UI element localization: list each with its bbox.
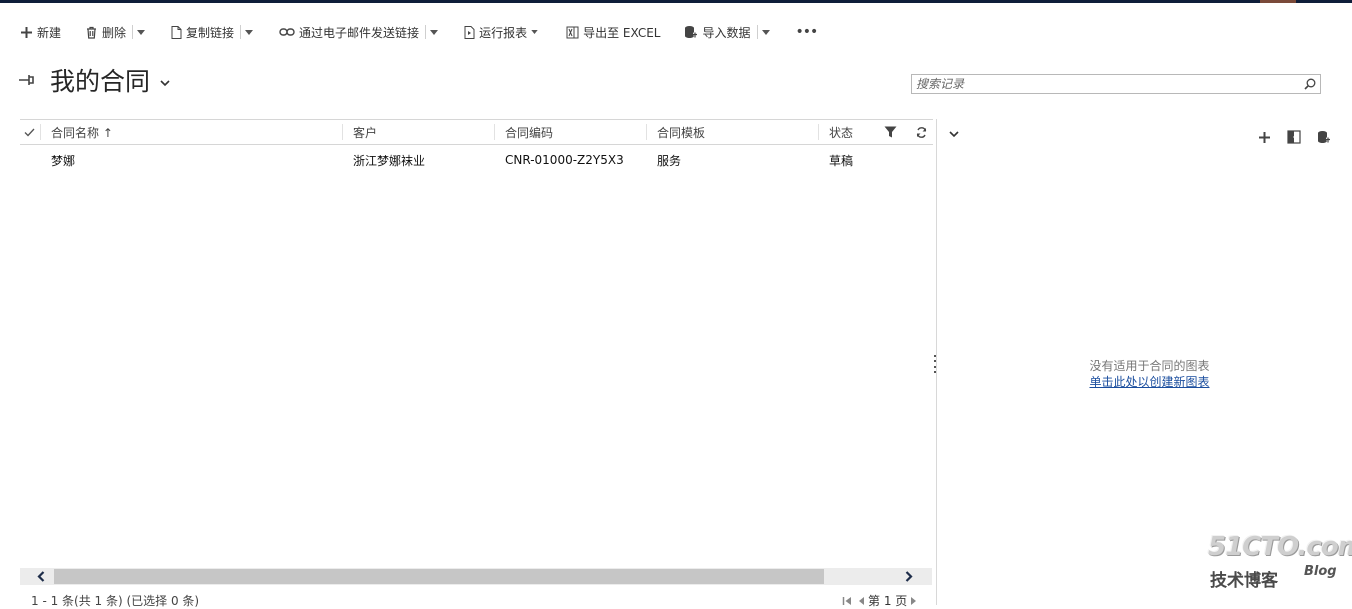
records-grid: 合同名称 ↑ 客户 合同编码 合同模板 状态 梦娜 浙江梦娜袜业 CNR-010… (20, 119, 933, 589)
email-link-label: 通过电子邮件发送链接 (299, 25, 420, 40)
search-icon[interactable] (1300, 78, 1320, 90)
scroll-right-button[interactable] (894, 568, 924, 585)
search-input[interactable] (912, 75, 1300, 93)
cell-name[interactable]: 梦娜 (41, 146, 341, 174)
search-box (911, 74, 1321, 94)
copy-link-label: 复制链接 (186, 25, 235, 40)
run-report-button[interactable]: 运行报表 (458, 18, 548, 46)
new-button-label: 新建 (37, 25, 62, 40)
trash-icon (87, 26, 97, 39)
chevron-down-icon (137, 29, 146, 35)
horizontal-scrollbar[interactable] (20, 568, 932, 585)
export-excel-button[interactable]: 导出至 EXCEL (560, 18, 666, 46)
link-icon (279, 28, 295, 36)
chevron-down-icon[interactable] (949, 131, 959, 138)
new-button[interactable]: 新建 (14, 18, 67, 46)
more-commands-button[interactable]: ••• (790, 18, 824, 46)
import-data-button[interactable]: 导入数据 (678, 18, 756, 46)
copy-link-button[interactable]: 复制链接 (165, 18, 240, 46)
chevron-down-icon (245, 29, 254, 35)
avatar[interactable] (1260, 0, 1296, 3)
view-header: 我的合同 (18, 62, 170, 98)
chart-toolbar (1249, 127, 1339, 147)
pin-icon[interactable] (18, 74, 36, 86)
select-all-checkbox[interactable] (20, 120, 40, 144)
report-icon (464, 25, 475, 39)
watermark-blog: Blog (1304, 564, 1337, 579)
delete-dropdown[interactable] (133, 18, 153, 46)
chevron-down-icon[interactable] (160, 79, 170, 87)
plus-icon (1258, 131, 1270, 143)
chevron-left-icon (37, 571, 45, 582)
refresh-icon[interactable] (904, 120, 930, 144)
create-chart-link[interactable]: 单击此处以创建新图表 (937, 373, 1352, 390)
cell-template: 服务 (657, 153, 682, 168)
email-link-dropdown[interactable] (426, 18, 446, 46)
checkmark-icon (24, 128, 35, 136)
chevron-down-icon (531, 30, 538, 34)
copy-link-dropdown[interactable] (241, 18, 261, 46)
empty-chart-message: 没有适用于合同的图表 (1089, 359, 1210, 373)
expand-icon (1287, 130, 1301, 144)
chevron-right-icon (905, 571, 913, 582)
page-title[interactable]: 我的合同 (50, 62, 150, 98)
chevron-down-icon (761, 29, 770, 35)
import-icon (1318, 131, 1330, 143)
page-number: 第 1 页 (868, 594, 908, 608)
import-chart-button[interactable] (1309, 127, 1339, 147)
chevron-down-icon (430, 29, 439, 35)
filter-icon[interactable] (876, 120, 902, 144)
run-report-label: 运行报表 (479, 25, 528, 40)
expand-chart-button[interactable] (1279, 127, 1309, 147)
more-icon: ••• (795, 24, 819, 40)
watermark-subtitle: 技术博客 (1210, 571, 1278, 591)
delete-button[interactable]: 删除 (79, 18, 132, 46)
scroll-thumb[interactable] (54, 569, 824, 584)
column-header-status[interactable]: 状态 (819, 120, 879, 144)
document-icon (171, 25, 182, 39)
grid-header: 合同名称 ↑ 客户 合同编码 合同模板 状态 (20, 119, 933, 145)
top-bar (0, 0, 1352, 3)
import-icon (685, 26, 698, 38)
column-header-template[interactable]: 合同模板 (647, 120, 817, 144)
delete-button-label: 删除 (102, 25, 127, 40)
import-data-dropdown[interactable] (758, 18, 778, 46)
watermark: 51CTO.com 技术博客 Blog (1208, 532, 1352, 592)
pager: 第 1 页 (842, 592, 917, 609)
plus-icon (21, 26, 32, 38)
email-link-button[interactable]: 通过电子邮件发送链接 (273, 18, 425, 46)
first-page-icon[interactable] (842, 596, 852, 606)
cell-customer[interactable]: 浙江梦娜袜业 (343, 146, 493, 174)
scroll-left-button[interactable] (26, 568, 56, 585)
cell-code: CNR-01000-Z2Y5X3 (505, 153, 624, 167)
previous-page-icon[interactable] (858, 596, 865, 606)
record-count: 1 - 1 条(共 1 条) (已选择 0 条) (31, 594, 200, 608)
cell-status: 草稿 (829, 153, 854, 168)
table-row[interactable]: 梦娜 浙江梦娜袜业 CNR-01000-Z2Y5X3 服务 草稿 (20, 146, 933, 174)
command-bar: 新建 删除 复制链接 通过电子邮件发送链接 运行报表 导出至 EXCEL 导入数… (14, 18, 823, 46)
import-data-label: 导入数据 (702, 25, 751, 40)
excel-icon (566, 26, 579, 38)
new-chart-button[interactable] (1249, 127, 1279, 147)
watermark-logo: 51CTO.com (1208, 532, 1352, 562)
column-header-code[interactable]: 合同编码 (495, 120, 645, 144)
export-excel-label: 导出至 EXCEL (583, 25, 661, 40)
column-header-customer[interactable]: 客户 (343, 120, 493, 144)
column-header-name[interactable]: 合同名称 ↑ (41, 120, 341, 144)
next-page-icon[interactable] (910, 596, 917, 606)
